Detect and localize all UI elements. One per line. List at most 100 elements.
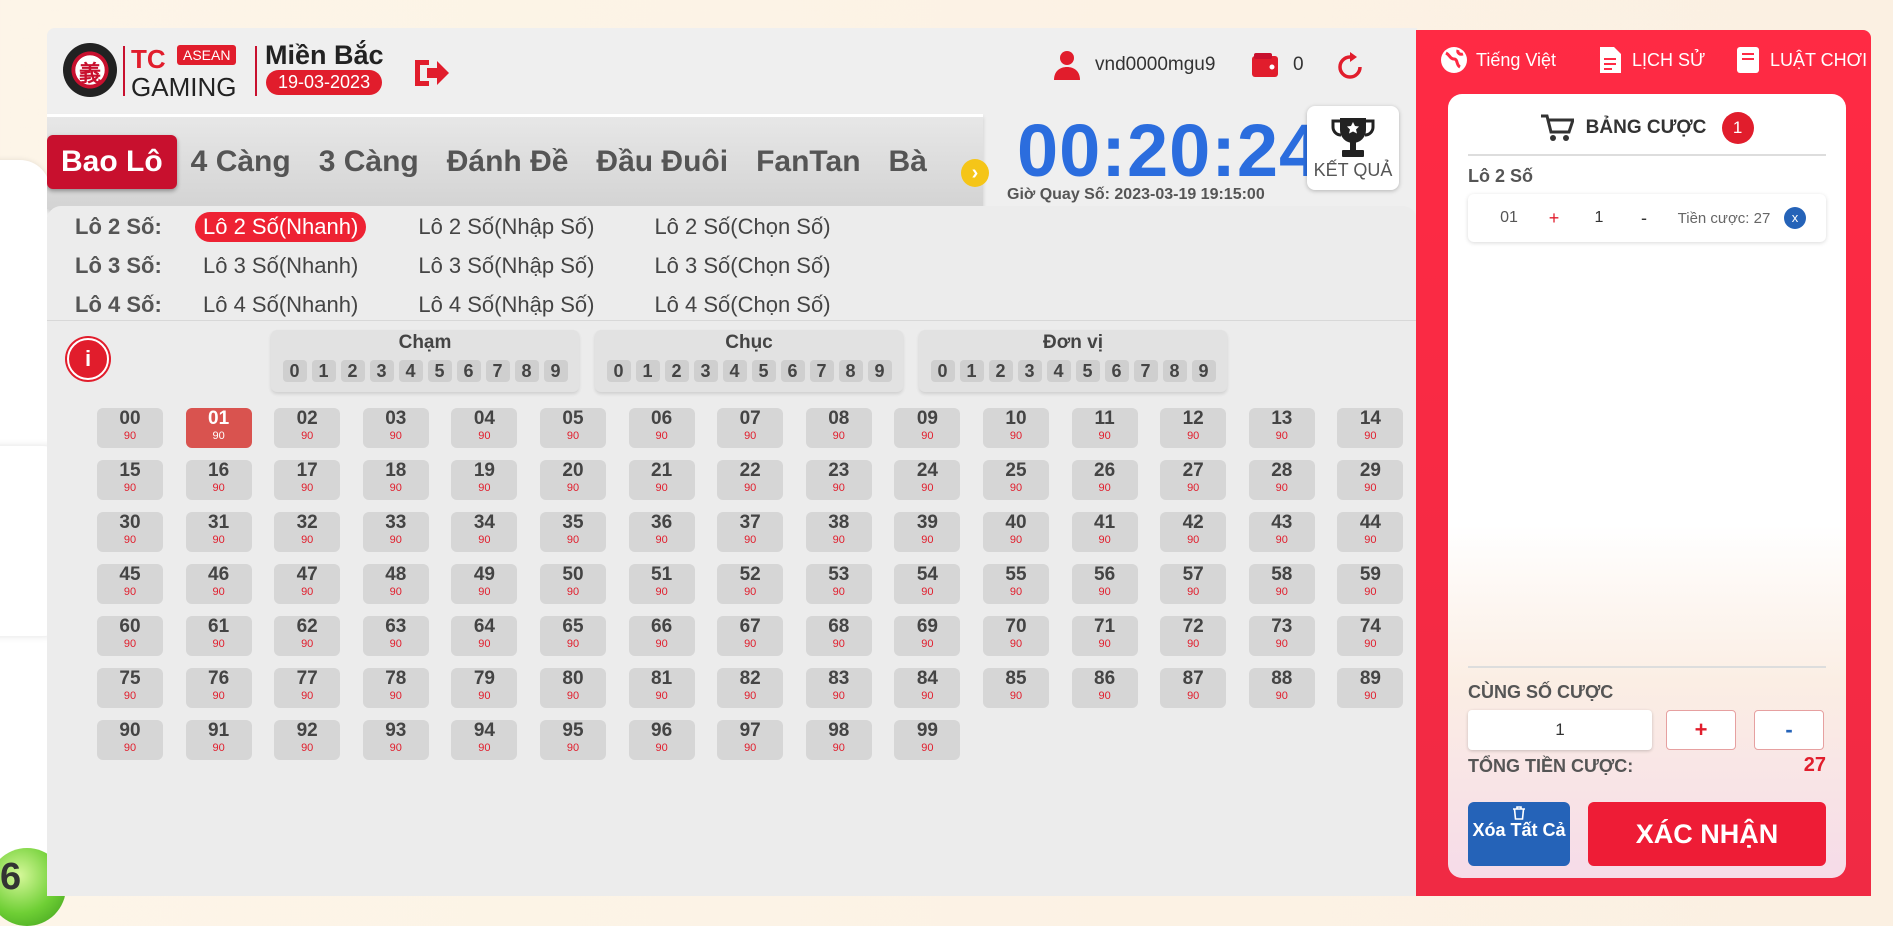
game-tab[interactable]: 3 Càng [305,135,433,189]
digit-button[interactable]: 3 [369,360,394,382]
number-cell[interactable]: 88 90 [1248,668,1315,708]
number-cell[interactable]: 98 90 [805,720,872,760]
bet-subtype-option[interactable]: Lô 3 Số(Nhanh) [195,251,366,281]
number-cell[interactable]: 73 90 [1248,616,1315,656]
logout-icon[interactable] [411,56,451,90]
same-bet-plus-button[interactable]: + [1666,710,1736,750]
number-cell[interactable]: 87 90 [1160,668,1227,708]
digit-button[interactable]: 9 [867,360,892,382]
number-cell[interactable]: 37 90 [717,512,784,552]
number-cell[interactable]: 94 90 [451,720,518,760]
number-cell[interactable]: 19 90 [451,460,518,500]
digit-button[interactable]: 6 [780,360,805,382]
digit-button[interactable]: 4 [398,360,423,382]
number-cell[interactable]: 31 90 [185,512,252,552]
digit-button[interactable]: 7 [485,360,510,382]
number-cell[interactable]: 76 90 [185,668,252,708]
same-bet-minus-button[interactable]: - [1754,710,1824,750]
number-cell[interactable]: 28 90 [1248,460,1315,500]
digit-button[interactable]: 3 [693,360,718,382]
number-cell[interactable]: 59 90 [1337,564,1404,604]
digit-button[interactable]: 2 [664,360,689,382]
bet-subtype-option[interactable]: Lô 4 Số(Nhập Số) [410,290,602,320]
bet-item-plus-button[interactable]: + [1534,208,1574,229]
number-cell[interactable]: 03 90 [362,408,429,448]
digit-button[interactable]: 7 [1133,360,1158,382]
number-cell[interactable]: 40 90 [983,512,1049,552]
number-cell[interactable]: 10 90 [983,408,1049,448]
number-cell[interactable]: 21 90 [628,460,695,500]
number-cell[interactable]: 09 90 [894,408,961,448]
number-cell[interactable]: 29 90 [1337,460,1404,500]
number-cell[interactable]: 08 90 [805,408,872,448]
number-cell[interactable]: 85 90 [983,668,1049,708]
game-tab[interactable]: Đầu Đuôi [582,135,742,189]
number-cell[interactable]: 15 90 [97,460,163,500]
number-cell[interactable]: 70 90 [983,616,1049,656]
number-cell[interactable]: 34 90 [451,512,518,552]
number-cell[interactable]: 83 90 [805,668,872,708]
number-cell[interactable]: 41 90 [1071,512,1138,552]
number-cell[interactable]: 44 90 [1337,512,1404,552]
number-cell[interactable]: 82 90 [717,668,784,708]
info-button[interactable]: i [67,338,109,380]
number-cell[interactable]: 75 90 [97,668,163,708]
number-cell[interactable]: 53 90 [805,564,872,604]
number-cell[interactable]: 12 90 [1160,408,1227,448]
digit-button[interactable]: 1 [311,360,336,382]
number-cell[interactable]: 04 90 [451,408,518,448]
number-cell[interactable]: 92 90 [274,720,341,760]
number-cell[interactable]: 14 90 [1337,408,1404,448]
refresh-icon[interactable] [1335,52,1365,82]
game-tab[interactable]: 4 Càng [177,135,305,189]
number-cell[interactable]: 57 90 [1160,564,1227,604]
number-cell[interactable]: 79 90 [451,668,518,708]
number-cell[interactable]: 56 90 [1071,564,1138,604]
digit-button[interactable]: 3 [1017,360,1042,382]
number-cell[interactable]: 13 90 [1248,408,1315,448]
number-cell[interactable]: 72 90 [1160,616,1227,656]
number-cell[interactable]: 64 90 [451,616,518,656]
digit-button[interactable]: 4 [722,360,747,382]
game-tab[interactable]: Bao Lô [47,135,177,189]
number-cell[interactable]: 06 90 [628,408,695,448]
digit-button[interactable]: 9 [1191,360,1216,382]
number-cell[interactable]: 65 90 [540,616,606,656]
bet-subtype-option[interactable]: Lô 3 Số(Chọn Số) [646,251,838,281]
number-cell[interactable]: 49 90 [451,564,518,604]
number-cell[interactable]: 48 90 [362,564,429,604]
number-cell[interactable]: 23 90 [805,460,872,500]
number-cell[interactable]: 69 90 [894,616,961,656]
number-cell[interactable]: 99 90 [894,720,961,760]
number-cell[interactable]: 32 90 [274,512,341,552]
number-cell[interactable]: 89 90 [1337,668,1404,708]
number-cell[interactable]: 55 90 [983,564,1049,604]
number-cell[interactable]: 00 90 [97,408,163,448]
number-cell[interactable]: 33 90 [362,512,429,552]
number-cell[interactable]: 54 90 [894,564,961,604]
number-cell[interactable]: 18 90 [362,460,429,500]
digit-button[interactable]: 8 [1162,360,1187,382]
digit-button[interactable]: 0 [606,360,631,382]
digit-button[interactable]: 5 [751,360,776,382]
number-cell[interactable]: 52 90 [717,564,784,604]
number-cell[interactable]: 84 90 [894,668,961,708]
number-cell[interactable]: 07 90 [717,408,784,448]
number-cell[interactable]: 25 90 [983,460,1049,500]
number-cell[interactable]: 22 90 [717,460,784,500]
bet-item-quantity[interactable]: 1 [1574,209,1624,227]
bet-subtype-option[interactable]: Lô 2 Số(Chọn Số) [646,212,838,242]
number-cell[interactable]: 71 90 [1071,616,1138,656]
bet-subtype-option[interactable]: Lô 2 Số(Nhập Số) [410,212,602,242]
number-cell[interactable]: 78 90 [362,668,429,708]
number-cell[interactable]: 66 90 [628,616,695,656]
digit-button[interactable]: 0 [282,360,307,382]
number-cell[interactable]: 63 90 [362,616,429,656]
bet-item-remove-button[interactable]: x [1784,207,1806,229]
number-cell[interactable]: 26 90 [1071,460,1138,500]
digit-button[interactable]: 5 [1075,360,1100,382]
number-cell[interactable]: 77 90 [274,668,341,708]
number-cell[interactable]: 47 90 [274,564,341,604]
tab-scroll-next-button[interactable]: › [961,159,989,187]
number-cell[interactable]: 90 90 [97,720,163,760]
